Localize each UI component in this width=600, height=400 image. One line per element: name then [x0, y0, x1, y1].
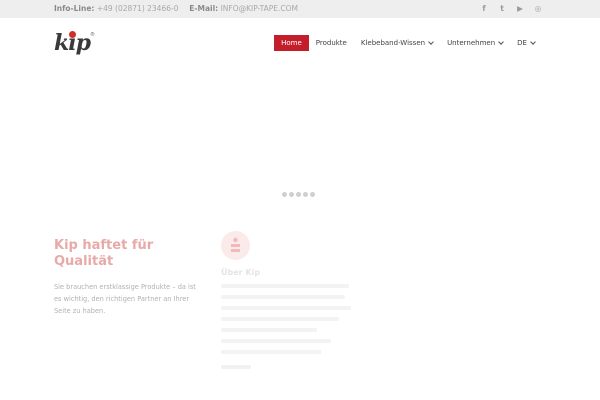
chevron-down-icon — [428, 39, 434, 45]
nav-label: Klebeband-Wissen — [360, 39, 426, 47]
about-title: Über Kip — [221, 268, 261, 277]
chevron-down-icon — [530, 39, 536, 45]
logo-registered-mark: ® — [90, 32, 95, 38]
slider-dot-1[interactable] — [282, 192, 287, 197]
instagram-icon[interactable]: ◎ — [534, 4, 542, 13]
slider-dot-5[interactable] — [310, 192, 315, 197]
about-badge — [221, 231, 250, 260]
site-header: kip ® Home Produkte Klebeband-Wissen Unt… — [0, 18, 600, 68]
youtube-icon[interactable]: ▶ — [516, 4, 524, 13]
nav-item-language[interactable]: DE — [510, 35, 542, 51]
hero-slider — [0, 68, 600, 223]
nav-item-produkte[interactable]: Produkte — [309, 35, 354, 51]
nav-item-home[interactable]: Home — [274, 35, 309, 51]
kip-logo[interactable]: kip ® — [54, 31, 96, 57]
nav-label: DE — [517, 39, 527, 47]
facebook-icon[interactable]: f — [480, 4, 488, 13]
slider-dot-2[interactable] — [289, 192, 294, 197]
about-text-placeholder — [221, 284, 351, 361]
section-intro-text: Sie brauchen erstklassige Produkte – da … — [54, 283, 196, 315]
nav-item-unternehmen[interactable]: Unternehmen — [440, 35, 510, 51]
info-line-phone[interactable]: +49 (02871) 23466-0 — [97, 4, 179, 13]
chevron-down-icon — [498, 39, 505, 45]
nav-label: Unternehmen — [447, 39, 496, 47]
email-label: E-Mail: — [189, 4, 219, 13]
social-links: f t ▶ ◎ — [480, 4, 542, 13]
info-line-label: Info-Line: — [54, 4, 95, 13]
slider-dot-4[interactable] — [303, 192, 308, 197]
slider-pagination — [282, 192, 315, 197]
nav-label: Home — [281, 39, 302, 47]
slider-dot-3[interactable] — [296, 192, 301, 197]
twitter-icon[interactable]: t — [498, 4, 506, 13]
section-headline: Kip haftet für Qualität — [54, 238, 154, 269]
about-read-more-link[interactable] — [221, 365, 251, 369]
email-link[interactable]: INFO@KIP-TAPE.COM — [221, 4, 298, 13]
logo-dot — [69, 31, 76, 38]
nav-item-klebeband-wissen[interactable]: Klebeband-Wissen — [354, 35, 440, 51]
top-info-bar: Info-Line: +49 (02871) 23466-0 E-Mail: I… — [0, 0, 600, 18]
nav-label: Produkte — [315, 39, 347, 47]
main-nav: Home Produkte Klebeband-Wissen Unternehm… — [274, 35, 542, 51]
kip-mark-icon — [231, 237, 240, 252]
contact-info: Info-Line: +49 (02871) 23466-0 E-Mail: I… — [54, 4, 298, 13]
